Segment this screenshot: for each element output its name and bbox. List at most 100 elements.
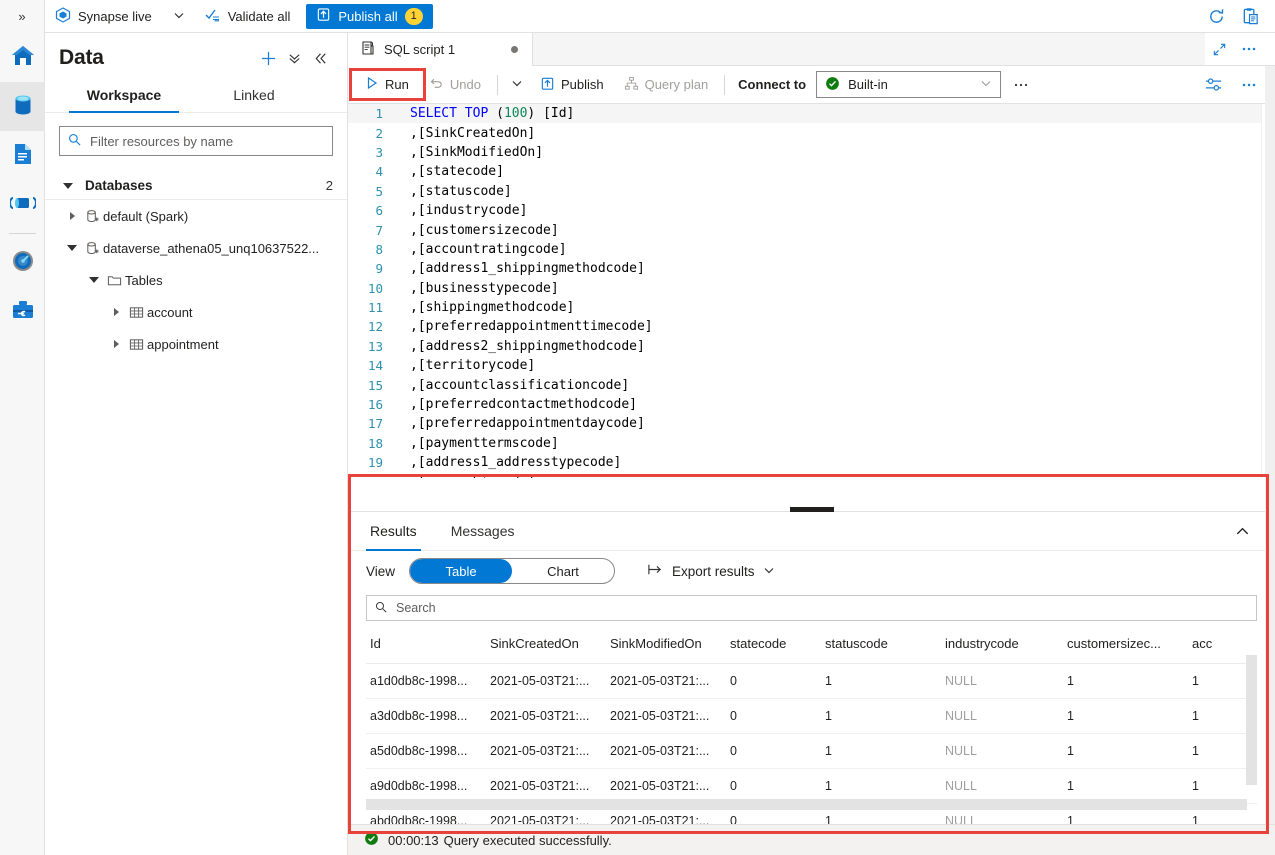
- column-header[interactable]: statuscode: [821, 630, 941, 664]
- column-header[interactable]: industrycode: [941, 630, 1063, 664]
- table-row[interactable]: a5d0db8c-1998... 2021-05-03T21:... 2021-05…: [366, 733, 1257, 769]
- tab-results[interactable]: Results: [366, 512, 421, 551]
- document-icon: [10, 141, 36, 170]
- publish-upload-icon: [540, 76, 555, 94]
- script-tab-strip: SQL script 1: [348, 33, 1275, 66]
- line-number: 14: [367, 358, 383, 374]
- column-header[interactable]: statecode: [726, 630, 821, 664]
- column-header[interactable]: SinkModifiedOn: [606, 630, 726, 664]
- rail-expand-icon[interactable]: »: [0, 0, 44, 33]
- synapse-live-label: Synapse live: [78, 8, 152, 24]
- editor-overflow-ellipsis-icon[interactable]: [1233, 71, 1265, 99]
- run-label: Run: [385, 77, 409, 92]
- refresh-icon[interactable]: [1201, 1, 1231, 31]
- chevron-expanded-icon[interactable]: [63, 245, 81, 251]
- export-results-button[interactable]: Export results: [641, 557, 781, 585]
- tree-item-tables-folder[interactable]: Tables: [45, 264, 347, 296]
- view-mode-toggle[interactable]: Table Chart: [409, 558, 616, 584]
- chevron-collapsed-icon[interactable]: [63, 212, 81, 220]
- validate-all-button[interactable]: Validate all: [195, 0, 301, 33]
- rail-item-manage[interactable]: [0, 287, 45, 336]
- code-line: 17 ,[preferredappointmentdaycode]: [348, 414, 1275, 433]
- filter-resources-field[interactable]: [59, 126, 333, 156]
- plus-icon[interactable]: [255, 45, 281, 71]
- tab-messages[interactable]: Messages: [447, 512, 519, 551]
- chevron-up-icon[interactable]: [1227, 516, 1257, 546]
- table-row[interactable]: a1d0db8c-1998... 2021-05-03T21:... 2021-05…: [366, 663, 1257, 699]
- chevron-expanded-icon[interactable]: [85, 277, 103, 283]
- rail-item-develop[interactable]: [0, 131, 45, 180]
- line-number: 13: [367, 338, 383, 354]
- tree-item-default-spark[interactable]: default (Spark): [45, 200, 347, 232]
- connect-to-dropdown[interactable]: Built-in: [816, 71, 1002, 98]
- editor-far-right-scrollbar[interactable]: [1265, 66, 1275, 824]
- sliders-settings-icon[interactable]: [1196, 71, 1231, 99]
- sql-code-editor[interactable]: 1 SELECT TOP (100) [Id] 2 ,[SinkCreatedOn] 3…: [348, 104, 1275, 478]
- chevron-down-icon: [173, 9, 185, 24]
- more-ellipsis-icon[interactable]: [1235, 35, 1263, 63]
- publish-all-button[interactable]: Publish all 1: [306, 3, 433, 29]
- code-text: ,[ownershipcode]: [394, 475, 535, 478]
- code-line: 7 ,[customersizecode]: [348, 220, 1275, 239]
- table-row[interactable]: a3d0db8c-1998... 2021-05-03T21:... 2021-05…: [366, 698, 1257, 734]
- tab-sql-script-1[interactable]: SQL script 1: [348, 33, 533, 66]
- chevron-collapsed-icon[interactable]: [107, 340, 125, 348]
- column-header[interactable]: Id: [366, 630, 486, 664]
- tree-item-account-table[interactable]: account: [45, 296, 347, 328]
- publish-button[interactable]: Publish: [531, 71, 613, 99]
- expand-diagonal-icon[interactable]: [1205, 35, 1233, 63]
- rail-item-data[interactable]: [0, 82, 45, 131]
- double-chevron-down-icon[interactable]: [281, 45, 307, 71]
- global-toolbar: Synapse live Validate all Publish all 1: [45, 0, 1275, 33]
- database-spark-icon: [81, 209, 103, 224]
- column-header[interactable]: SinkCreatedOn: [486, 630, 606, 664]
- column-header[interactable]: customersizec...: [1063, 630, 1188, 664]
- view-option-chart[interactable]: Chart: [512, 559, 614, 583]
- filter-input[interactable]: [88, 132, 324, 150]
- results-horizontal-scrollbar[interactable]: [366, 799, 1247, 810]
- code-line: 3 ,[SinkModifiedOn]: [348, 143, 1275, 162]
- synapse-live-selector[interactable]: Synapse live: [45, 0, 195, 33]
- table-cell: NULL: [941, 663, 1063, 699]
- run-button[interactable]: Run: [356, 71, 418, 99]
- chevron-collapsed-icon[interactable]: [107, 308, 125, 316]
- table-cell: 1: [1063, 733, 1188, 769]
- table-cell: 0: [726, 698, 821, 734]
- code-line: 10 ,[businesstypecode]: [348, 279, 1275, 298]
- line-number: 11: [367, 300, 383, 316]
- databases-group-header[interactable]: Databases 2: [45, 164, 347, 200]
- tree-item-dataverse-db[interactable]: dataverse_athena05_unq10637522...: [45, 232, 347, 264]
- rail-item-monitor[interactable]: [0, 238, 45, 287]
- code-lines: 1 SELECT TOP (100) [Id] 2 ,[SinkCreatedOn] 3…: [348, 104, 1275, 478]
- results-search-input[interactable]: [394, 600, 1248, 616]
- clipboard-properties-icon[interactable]: [1235, 1, 1265, 31]
- table-cell: 1: [1063, 698, 1188, 734]
- chevron-down-icon: [763, 564, 775, 579]
- rail-item-home[interactable]: [0, 33, 45, 82]
- view-option-table[interactable]: Table: [410, 559, 513, 583]
- tab-linked[interactable]: Linked: [189, 79, 319, 112]
- double-chevron-left-icon[interactable]: [307, 45, 333, 71]
- command-divider: [724, 74, 726, 95]
- rail-item-integrate[interactable]: [0, 180, 45, 229]
- code-text: ,[statuscode]: [410, 183, 512, 199]
- tree-item-appointment-table[interactable]: appointment: [45, 328, 347, 360]
- unsaved-dot-icon: [511, 46, 518, 53]
- editor-command-bar: Run Undo Publish Query plan Connect to B…: [348, 66, 1275, 104]
- line-number: 3: [375, 144, 383, 160]
- results-search-field[interactable]: [366, 595, 1257, 621]
- publish-count-badge: 1: [404, 7, 423, 25]
- tab-label: SQL script 1: [384, 42, 456, 57]
- code-text: ,[statecode]: [410, 164, 504, 180]
- results-panel-drag-handle[interactable]: [789, 507, 834, 512]
- tab-workspace[interactable]: Workspace: [59, 79, 189, 113]
- undo-dropdown-button[interactable]: [505, 71, 529, 99]
- code-text: ,[accountclassificationcode]: [410, 377, 630, 393]
- table-icon: [125, 337, 147, 352]
- undo-button: Undo: [420, 71, 490, 99]
- results-vertical-scrollbar[interactable]: [1246, 655, 1257, 785]
- sql-script-icon: [360, 40, 376, 59]
- synapse-studio-window: » Synapse live Validate all Publish all …: [0, 0, 1275, 855]
- more-ellipsis-icon[interactable]: [1003, 71, 1039, 99]
- validate-icon: [205, 7, 221, 26]
